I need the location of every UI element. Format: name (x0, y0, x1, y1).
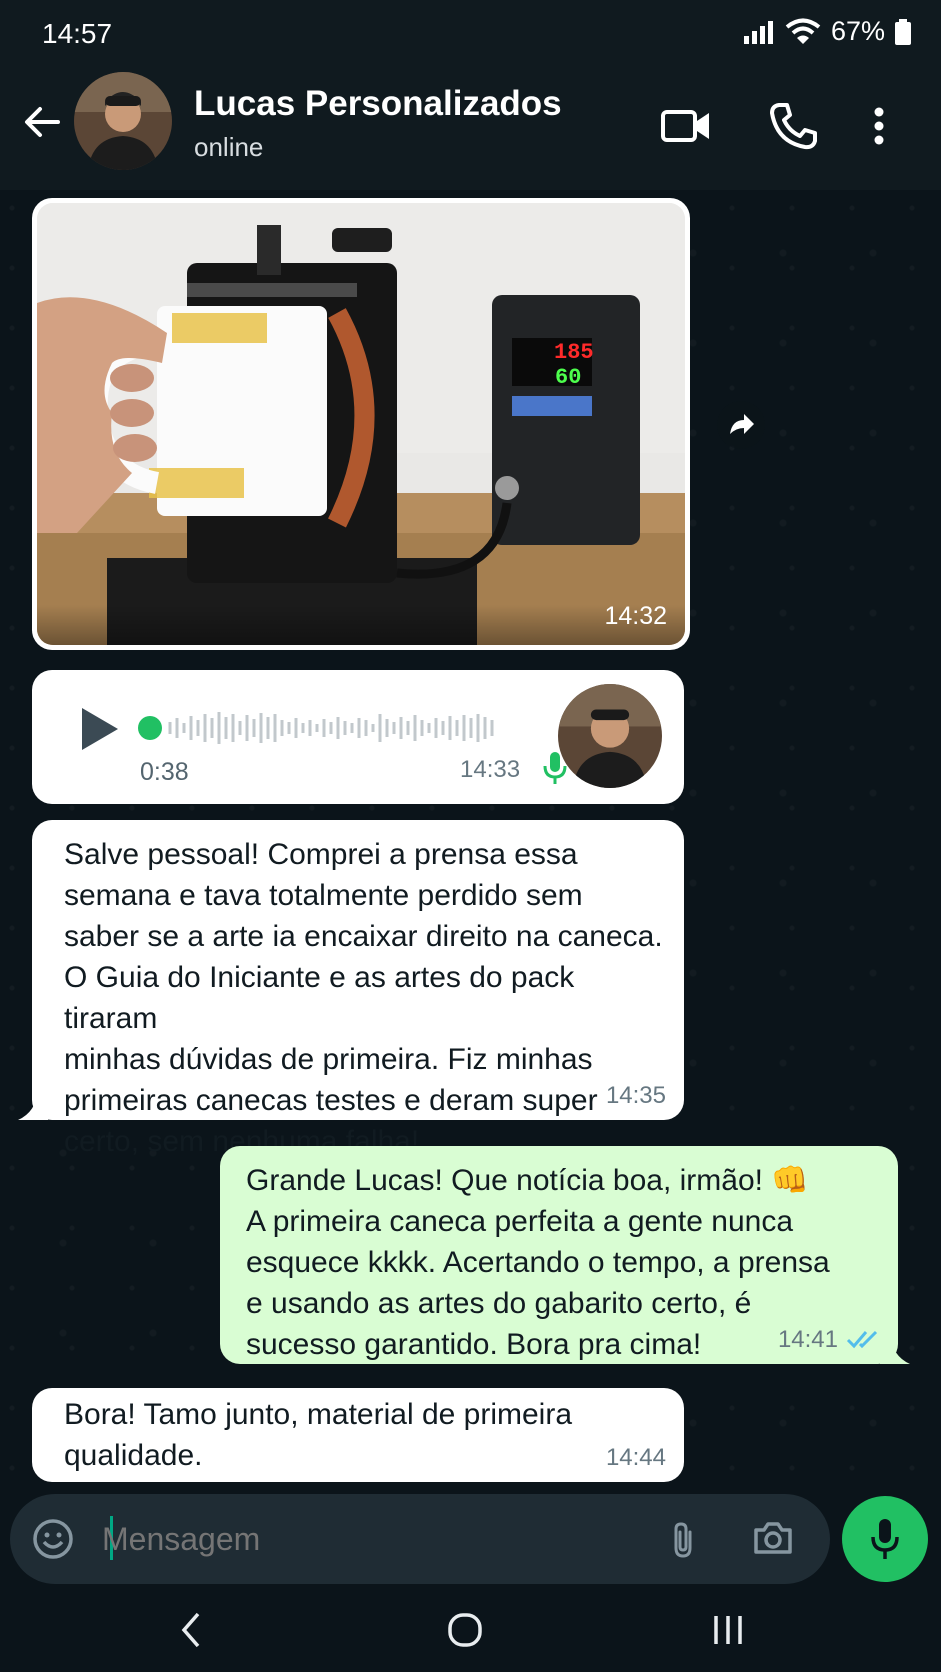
camera-icon[interactable] (752, 1518, 794, 1558)
contact-name[interactable]: Lucas Personalizados (194, 84, 562, 124)
wifi-icon (785, 18, 821, 44)
message-text: Salve pessoal! Comprei a prensa essa sem… (64, 838, 663, 1158)
chat-area[interactable]: 185 60 14:32 0:38 14:33 Salve pessoal! C… (0, 190, 941, 1490)
nav-back-icon[interactable] (178, 1610, 204, 1650)
status-bar: 14:57 67% (0, 0, 941, 70)
phone-icon[interactable] (767, 100, 819, 152)
message-bubble[interactable]: Salve pessoal! Comprei a prensa essa sem… (32, 820, 684, 1158)
message-time: 14:35 (605, 1082, 666, 1109)
message-composer (10, 1494, 830, 1584)
display-temp: 185 (554, 340, 594, 365)
mug-press-photo[interactable]: 185 60 14:32 (37, 203, 685, 645)
battery-percent: 67% (830, 16, 885, 46)
message-time: 14:33 (460, 756, 521, 783)
bubble-tail (880, 1334, 910, 1364)
read-receipt-icon (846, 1330, 878, 1349)
message-bubble[interactable]: Bora! Tamo junto, material de primeira q… (32, 1388, 684, 1482)
signal-icon (743, 20, 773, 44)
status-time: 14:57 (42, 18, 113, 49)
audio-duration: 0:38 (140, 758, 189, 786)
system-navbar (0, 1592, 941, 1672)
sender-avatar (558, 684, 662, 788)
nav-recents-icon[interactable] (710, 1610, 746, 1650)
voice-record-button[interactable] (842, 1496, 928, 1582)
battery-icon (895, 18, 911, 45)
back-arrow-icon[interactable] (22, 102, 62, 142)
message-text: Bora! Tamo junto, material de primeira q… (64, 1398, 573, 1472)
emoji-icon[interactable] (32, 1518, 74, 1560)
more-vert-icon[interactable] (864, 100, 894, 152)
chat-header: Lucas Personalizados online (0, 70, 941, 190)
message-input[interactable] (102, 1512, 642, 1566)
image-message[interactable]: 185 60 14:32 (32, 198, 690, 650)
mic-icon (543, 752, 567, 784)
bubble-tail (18, 1090, 48, 1120)
attach-icon[interactable] (668, 1520, 698, 1560)
message-bubble[interactable]: Grande Lucas! Que notícia boa, irmão! 👊 … (220, 1146, 898, 1364)
status-icons: 67% (743, 16, 911, 47)
contact-avatar[interactable] (74, 72, 172, 170)
message-time: 14:41 (777, 1326, 838, 1353)
voice-message[interactable]: 0:38 14:33 (32, 670, 684, 804)
nav-home-icon[interactable] (446, 1610, 484, 1650)
forward-icon[interactable] (716, 400, 766, 450)
play-icon[interactable] (80, 706, 120, 752)
message-text: Grande Lucas! Que notícia boa, irmão! 👊 … (246, 1164, 830, 1361)
display-time: 60 (555, 365, 581, 390)
mic-icon (871, 1519, 899, 1559)
audio-waveform[interactable] (136, 708, 556, 748)
video-call-icon[interactable] (660, 100, 712, 152)
message-time: 14:32 (604, 602, 667, 630)
message-time: 14:44 (605, 1444, 666, 1471)
contact-status: online (194, 132, 264, 162)
